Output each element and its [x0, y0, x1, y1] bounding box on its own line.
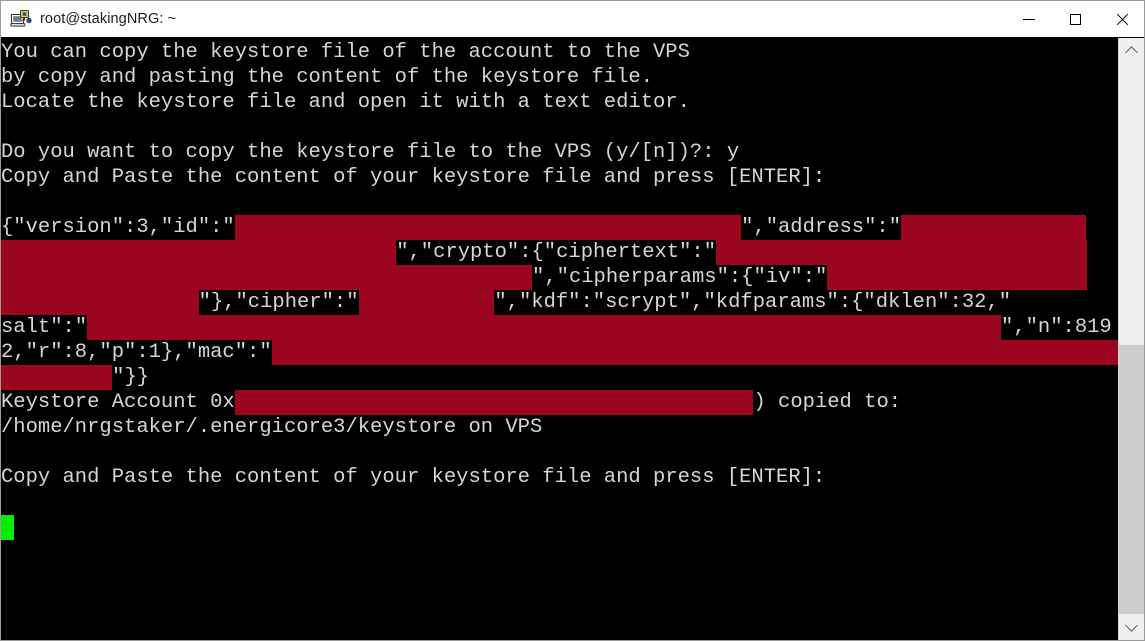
terminal-text: "},"cipher":": [198, 291, 359, 314]
terminal-text: Do you want to copy the keystore file to…: [1, 141, 740, 164]
minimize-icon: [1023, 18, 1035, 20]
terminal-line: Copy and Paste the content of your keyst…: [1, 465, 1118, 490]
terminal-line: Do you want to copy the keystore file to…: [1, 140, 1118, 165]
terminal-line: Locate the keystore file and open it wit…: [1, 90, 1118, 115]
terminal-line: "}}: [1, 365, 1118, 390]
terminal-scrollbar[interactable]: [1118, 38, 1144, 640]
window-title: root@stakingNRG: ~: [40, 11, 177, 27]
terminal-cursor: [1, 515, 14, 540]
terminal-window: root@stakingNRG: ~ You can copy the keys…: [0, 0, 1145, 641]
close-button[interactable]: [1098, 1, 1144, 37]
terminal-line: 2,"r":8,"p":1},"mac":": [1, 340, 1118, 365]
redacted-block: [358, 290, 495, 315]
scroll-down-button[interactable]: [1119, 614, 1144, 640]
window-titlebar[interactable]: root@stakingNRG: ~: [1, 1, 1144, 37]
scrollbar-thumb[interactable]: [1119, 344, 1144, 614]
terminal-text: 2,"r":8,"p":1},"mac":": [1, 341, 272, 364]
redacted-block: [1, 365, 113, 390]
terminal-lines: You can copy the keystore file of the ac…: [1, 40, 1118, 540]
minimize-button[interactable]: [1006, 1, 1052, 37]
terminal-line: /home/nrgstaker/.energicore3/keystore on…: [1, 415, 1118, 440]
redacted-block: [271, 340, 1118, 365]
terminal-text: You can copy the keystore file of the ac…: [1, 41, 690, 64]
scrollbar-track[interactable]: [1119, 64, 1144, 614]
terminal-line: {"version":3,"id":" ","address":": [1, 215, 1118, 240]
redacted-block: [1, 240, 397, 265]
terminal-text: Locate the keystore file and open it wit…: [1, 91, 690, 114]
chevron-up-icon: [1125, 46, 1138, 59]
maximize-icon: [1069, 13, 1081, 25]
terminal-text: by copy and pasting the content of the k…: [1, 66, 654, 89]
terminal-text: "}}: [112, 366, 150, 389]
terminal-text: {"version":3,"id":": [1, 216, 235, 239]
terminal-line: ","crypto":{"ciphertext":": [1, 240, 1118, 265]
putty-terminal-icon: [10, 8, 32, 30]
terminal-text: ","crypto":{"ciphertext":": [396, 241, 717, 264]
terminal-text: ","cipherparams":{"iv":": [532, 266, 828, 289]
terminal-text: Copy and Paste the content of your keyst…: [1, 466, 826, 489]
redacted-block: [1, 265, 533, 290]
redacted-block: [827, 265, 1087, 290]
terminal-line: salt":" ","n":819: [1, 315, 1118, 340]
terminal-line: Copy and Paste the content of your keyst…: [1, 165, 1118, 190]
close-icon: [1115, 13, 1128, 26]
terminal-text: /home/nrgstaker/.energicore3/keystore on…: [1, 416, 543, 439]
terminal-text: Keystore Account 0x: [1, 391, 235, 414]
terminal-line: [1, 515, 1118, 540]
terminal-line: by copy and pasting the content of the k…: [1, 65, 1118, 90]
terminal-line: "},"cipher":" ","kdf":"scrypt","kdfparam…: [1, 290, 1118, 315]
redacted-block: [901, 215, 1087, 240]
scroll-up-button[interactable]: [1119, 38, 1144, 64]
terminal-line: You can copy the keystore file of the ac…: [1, 40, 1118, 65]
redacted-block: [234, 390, 754, 415]
chevron-down-icon: [1125, 619, 1138, 632]
terminal-line: ","cipherparams":{"iv":": [1, 265, 1118, 290]
maximize-button[interactable]: [1052, 1, 1098, 37]
terminal-text: Copy and Paste the content of your keyst…: [1, 166, 826, 189]
terminal-output[interactable]: You can copy the keystore file of the ac…: [1, 38, 1118, 640]
window-controls: [1006, 1, 1144, 37]
terminal-text: ","n":819: [1001, 316, 1112, 339]
terminal-text: ","address":": [741, 216, 902, 239]
window-body: You can copy the keystore file of the ac…: [1, 37, 1144, 640]
terminal-text: salt":": [1, 316, 88, 339]
redacted-block: [716, 240, 1087, 265]
redacted-block: [87, 315, 1002, 340]
redacted-block: [1, 290, 199, 315]
terminal-line: Keystore Account 0x ) copied to:: [1, 390, 1118, 415]
terminal-text: ) copied to:: [753, 391, 902, 414]
terminal-text: ","kdf":"scrypt","kdfparams":{"dklen":32…: [494, 291, 1012, 314]
redacted-block: [234, 215, 742, 240]
